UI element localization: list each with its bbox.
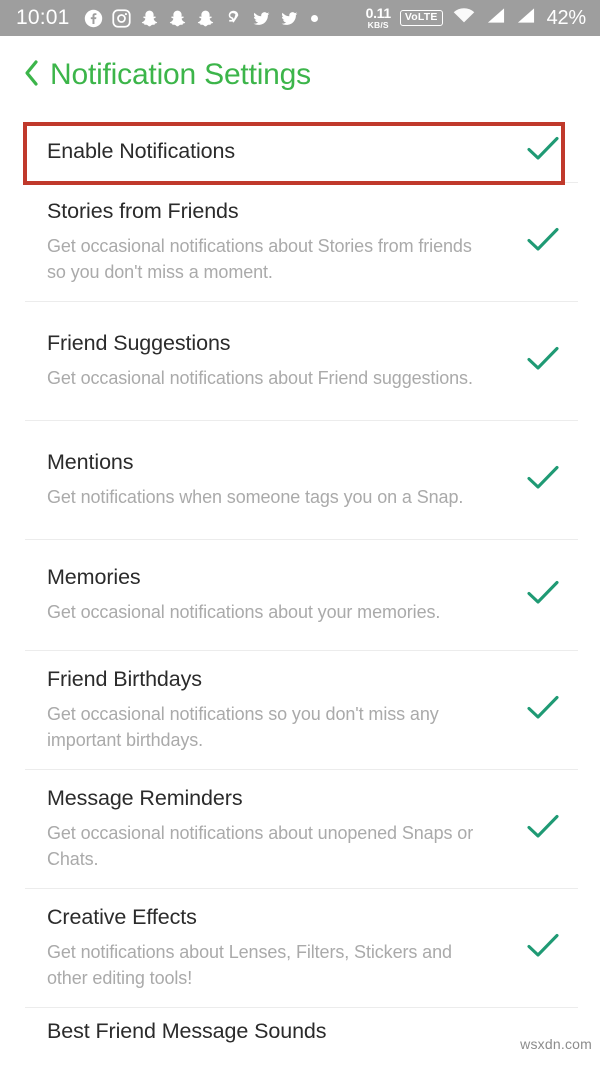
checkmark-icon xyxy=(526,135,560,168)
setting-description: Get notifications when someone tags you … xyxy=(47,487,464,508)
setting-row-memories[interactable]: Memories Get occasional notifications ab… xyxy=(0,540,600,650)
checkmark-icon xyxy=(526,813,560,846)
setting-texts: Stories from Friends Get occasional noti… xyxy=(47,198,520,286)
setting-row-friend-suggestions[interactable]: Friend Suggestions Get occasional notifi… xyxy=(0,302,600,420)
toggle-check-stories-from-friends[interactable] xyxy=(520,226,566,259)
back-button[interactable] xyxy=(20,59,42,92)
volte-badge: VoLTE xyxy=(399,9,443,27)
toggle-check-mentions[interactable] xyxy=(520,464,566,497)
toggle-check-message-reminders[interactable] xyxy=(520,813,566,846)
checkmark-icon xyxy=(526,464,560,497)
setting-title: Message Reminders xyxy=(47,785,243,810)
chevron-left-icon xyxy=(22,59,40,92)
wifi-icon xyxy=(452,6,476,30)
setting-title: Mentions xyxy=(47,450,134,475)
setting-title: Best Friend Message Sounds xyxy=(47,1019,327,1043)
setting-texts: Mentions Get notifications when someone … xyxy=(47,449,520,511)
setting-description: Get occasional notifications about unope… xyxy=(47,822,474,870)
setting-texts: Creative Effects Get notifications about… xyxy=(47,904,520,992)
setting-row-friend-birthdays[interactable]: Friend Birthdays Get occasional notifica… xyxy=(0,651,600,769)
status-clock: 10:01 xyxy=(16,6,70,29)
setting-row-message-reminders[interactable]: Message Reminders Get occasional notific… xyxy=(0,770,600,888)
checkmark-icon xyxy=(526,579,560,612)
data-rate-value: 0.11 xyxy=(365,5,392,22)
setting-texts: Message Reminders Get occasional notific… xyxy=(47,785,520,873)
watermark: wsxdn.com xyxy=(520,1036,592,1052)
setting-title: Stories from Friends xyxy=(47,198,239,223)
setting-description: Get occasional notifications about Frien… xyxy=(47,368,473,389)
screen: 10:01 0.11 KB/S VoLTE 42% Notification S… xyxy=(0,0,600,1066)
toggle-check-enable-notifications[interactable] xyxy=(520,135,566,168)
settings-list: Enable Notifications Stories from Friend… xyxy=(0,120,600,1048)
setting-title: Memories xyxy=(47,565,141,590)
snapchat-icon xyxy=(140,9,159,28)
battery-percent: 42% xyxy=(546,6,587,29)
signal-bars-icon xyxy=(515,6,536,30)
page-title: Notification Settings xyxy=(50,58,311,91)
toggle-check-creative-effects[interactable] xyxy=(520,932,566,965)
toggle-check-friend-birthdays[interactable] xyxy=(520,694,566,727)
snapchat-icon xyxy=(196,9,215,28)
toggle-check-memories[interactable] xyxy=(520,579,566,612)
setting-title: Creative Effects xyxy=(47,904,197,929)
twitter-icon xyxy=(252,9,271,28)
setting-texts: Friend Suggestions Get occasional notifi… xyxy=(47,330,520,392)
setting-texts: Enable Notifications xyxy=(47,138,520,165)
status-bar: 10:01 0.11 KB/S VoLTE 42% xyxy=(0,0,600,36)
status-notification-icons xyxy=(84,8,366,28)
setting-texts: Best Friend Message Sounds xyxy=(47,1018,566,1045)
data-rate-unit: KB/S xyxy=(367,20,389,31)
instagram-icon xyxy=(111,8,131,28)
setting-title: Friend Birthdays xyxy=(47,666,202,691)
signal-bars-icon xyxy=(485,6,506,30)
snapchat-icon xyxy=(168,9,187,28)
more-dot-icon xyxy=(310,14,318,22)
checkmark-icon xyxy=(526,694,560,727)
setting-description: Get occasional notifications about your … xyxy=(47,602,441,623)
checkmark-icon xyxy=(526,226,560,259)
twitter-icon xyxy=(280,9,299,28)
page-header: Notification Settings xyxy=(0,36,600,114)
setting-description: Get occasional notifications about Stori… xyxy=(47,235,472,283)
setting-row-enable-notifications[interactable]: Enable Notifications xyxy=(0,120,600,182)
setting-row-mentions[interactable]: Mentions Get notifications when someone … xyxy=(0,421,600,539)
setting-texts: Friend Birthdays Get occasional notifica… xyxy=(47,666,520,754)
setting-row-stories-from-friends[interactable]: Stories from Friends Get occasional noti… xyxy=(0,183,600,301)
setting-description: Get occasional notifications so you don'… xyxy=(47,703,439,751)
data-rate-indicator: 0.11 KB/S xyxy=(365,5,392,31)
checkmark-icon xyxy=(526,345,560,378)
setting-texts: Memories Get occasional notifications ab… xyxy=(47,564,520,626)
swiggy-icon xyxy=(224,9,243,28)
status-right-icons: 0.11 KB/S VoLTE 42% xyxy=(365,5,587,31)
facebook-icon xyxy=(84,9,103,28)
setting-row-creative-effects[interactable]: Creative Effects Get notifications about… xyxy=(0,889,600,1007)
checkmark-icon xyxy=(526,932,560,965)
setting-title: Enable Notifications xyxy=(47,138,236,163)
setting-title: Friend Suggestions xyxy=(47,331,231,356)
toggle-check-friend-suggestions[interactable] xyxy=(520,345,566,378)
setting-description: Get notifications about Lenses, Filters,… xyxy=(47,941,452,989)
setting-row-best-friend-message-sounds[interactable]: Best Friend Message Sounds xyxy=(0,1008,600,1048)
